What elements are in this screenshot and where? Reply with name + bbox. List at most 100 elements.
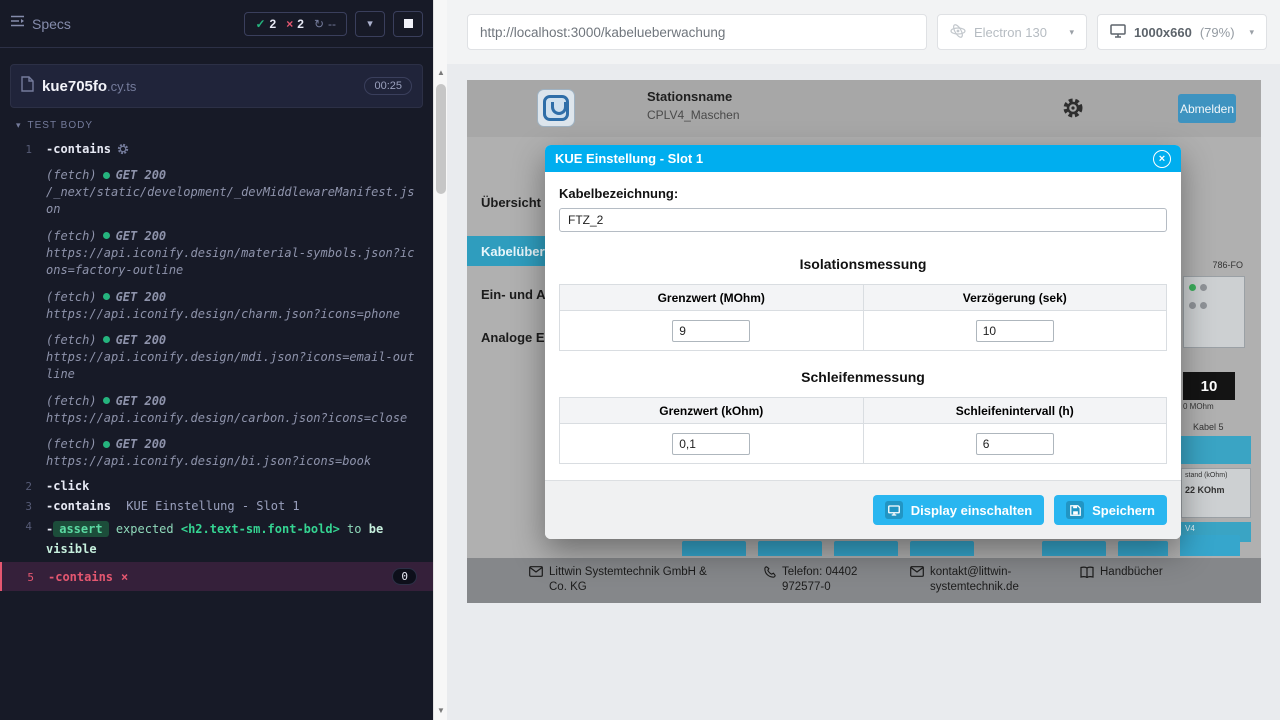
passed-stat: ✓2 [255,17,276,31]
monitor-icon [1110,24,1126,41]
network-log[interactable]: (fetch)GET 200 https://api.iconify.desig… [46,290,417,323]
app-header: Stationsname CPLV4_Maschen Abmelden [467,80,1261,137]
footer-email: kontakt@littwin-systemtechnik.de [910,565,1025,595]
screen: Specs ✓2 ×2 ↻-- ▾ kue705fo.cy.ts 00:25 ▾… [0,0,1280,720]
check-icon: ✓ [255,17,265,31]
command-row-failed[interactable]: 5 -contains × 0 [0,562,433,591]
sidebar-item-cable-monitoring[interactable]: Kabelüberw [467,236,545,266]
command-row[interactable]: 3 -contains KUE Einstellung - Slot 1 [0,496,433,516]
column-header: Schleifenintervall (h) [863,398,1167,424]
failed-stat: ×2 [286,17,304,31]
gear-icon [117,144,129,158]
loop-interval-input[interactable] [976,433,1054,455]
column-header: Verzögerung (sek) [863,285,1167,311]
command-message: KUE Einstellung - Slot 1 [126,499,299,513]
background-widget [1183,276,1245,348]
scroll-down-arrow[interactable]: ▼ [434,702,448,718]
book-icon [1080,566,1094,583]
cable-name-input[interactable] [559,208,1167,232]
kue-settings-modal: KUE Einstellung - Slot 1 × Kabelbezeichn… [545,145,1181,539]
url-input[interactable] [480,25,914,40]
network-log[interactable]: (fetch)GET 200 https://api.iconify.desig… [46,229,417,280]
station-info: Stationsname CPLV4_Maschen [647,89,740,122]
chevron-down-icon: ▾ [367,17,373,30]
mail-icon [529,566,543,595]
viewport-selector[interactable]: 1000x660 (79%) ▾ [1097,14,1267,50]
modal-footer: Display einschalten Speichern [545,480,1181,539]
status-dot [103,397,110,404]
settings-gear-icon[interactable] [1062,97,1084,124]
test-body-toggle[interactable]: ▾ TEST BODY [0,108,433,139]
column-header: Grenzwert (MOhm) [560,285,864,311]
isolation-table: Grenzwert (MOhm) Verzögerung (sek) [559,284,1167,351]
network-log[interactable]: (fetch)GET 200 https://api.iconify.desig… [46,333,417,384]
request-url: https://api.iconify.design/material-symb… [46,245,417,280]
specs-menu-button[interactable]: Specs [10,14,71,33]
command-row[interactable]: 2 -click [0,476,433,496]
fail-x-icon: × [121,570,128,584]
spec-name: kue705fo.cy.ts [42,78,136,95]
logout-button[interactable]: Abmelden [1178,94,1236,123]
station-value: CPLV4_Maschen [647,108,740,122]
command-name: -click [46,479,89,493]
assert-badge: assert [53,521,108,537]
monitor-icon [885,501,903,519]
network-log[interactable]: (fetch)GET 200 /_next/static/development… [46,168,417,219]
sidebar-item-analog-inputs[interactable]: Analoge Ei [467,330,545,345]
slot-tab [1118,541,1168,556]
command-name: -contains [46,142,111,156]
scrollbar-thumb[interactable] [436,84,446,194]
collapse-button[interactable]: ▾ [355,11,385,37]
command-row[interactable]: 4 -assert expected <h2.text-sm.font-bold… [0,516,433,563]
loop-table: Grenzwert (kOhm) Schleifenintervall (h) [559,397,1167,464]
browser-selector[interactable]: Electron 130 ▾ [937,14,1087,50]
network-log[interactable]: (fetch)GET 200 https://api.iconify.desig… [46,437,417,470]
assert-selector: <h2.text-sm.font-bold> [181,522,340,536]
slot-tab [682,541,746,556]
loop-limit-input[interactable] [672,433,750,455]
slot-tab [834,541,898,556]
request-url: https://api.iconify.design/charm.json?ic… [46,306,417,323]
status-dot [103,293,110,300]
command-row[interactable]: 1 -contains (fetch)GET 200 /_next/static… [0,139,433,476]
spec-timer: 00:25 [364,77,412,95]
request-url: /_next/static/development/_devMiddleware… [46,184,417,219]
reporter-header: Specs ✓2 ×2 ↻-- ▾ [0,0,433,48]
footer-company: Littwin Systemtechnik GmbH & Co. KG [529,565,714,595]
footer-manuals[interactable]: Handbücher [1080,565,1190,583]
close-icon[interactable]: × [1153,150,1171,168]
stop-button[interactable] [393,11,423,37]
scroll-up-arrow[interactable]: ▲ [434,64,448,80]
app-footer: Littwin Systemtechnik GmbH & Co. KG Tele… [467,558,1261,603]
loop-section-title: Schleifenmessung [559,369,1167,385]
iso-delay-input[interactable] [976,320,1054,342]
slot-tab [1180,535,1240,556]
url-field-wrap [467,14,927,50]
command-name: -contains [46,499,111,513]
command-log: 1 -contains (fetch)GET 200 /_next/static… [0,139,433,591]
spec-file-icon [21,76,34,97]
iso-limit-input[interactable] [672,320,750,342]
littwin-logo-icon [537,89,575,127]
sidebar-item-overview[interactable]: Übersicht [467,195,545,210]
floppy-disk-icon [1066,501,1084,519]
modal-title: KUE Einstellung - Slot 1 [555,151,703,166]
status-dot [103,441,110,448]
vertical-scrollbar[interactable]: ▲ ▼ [433,0,447,720]
network-log[interactable]: (fetch)GET 200 https://api.iconify.desig… [46,394,417,427]
request-url: https://api.iconify.design/carbon.json?i… [46,410,417,427]
specs-list-icon [10,14,25,33]
footer-phone: Telefon: 04402 972577-0 [764,565,874,595]
status-dot [103,172,110,179]
display-on-button[interactable]: Display einschalten [873,495,1044,525]
station-label: Stationsname [647,89,740,104]
spec-file-row[interactable]: kue705fo.cy.ts 00:25 [10,64,423,108]
sidebar-item-inputs-outputs[interactable]: Ein- und Au [467,287,545,302]
cypress-reporter: Specs ✓2 ×2 ↻-- ▾ kue705fo.cy.ts 00:25 ▾… [0,0,433,720]
request-url: https://api.iconify.design/mdi.json?icon… [46,349,417,384]
retry-count-badge: 0 [392,568,417,585]
test-stats: ✓2 ×2 ↻-- [244,12,347,36]
browser-name: Electron 130 [974,25,1047,40]
save-button[interactable]: Speichern [1054,495,1167,525]
gray-dot [1200,284,1207,291]
